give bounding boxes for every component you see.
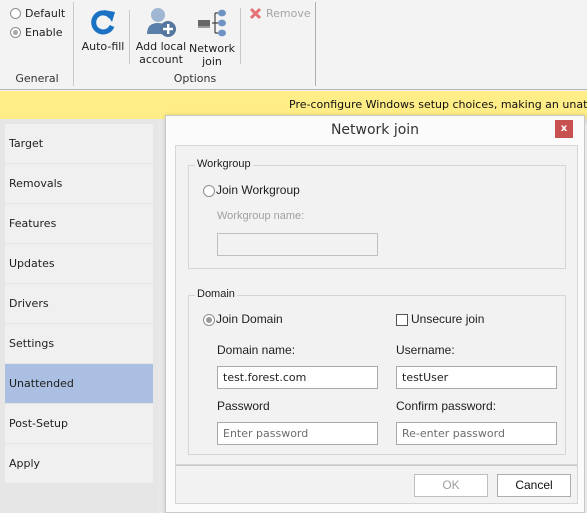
remove-button[interactable]: Remove [249,7,311,20]
sidebar-item-removals[interactable]: Removals [5,164,153,204]
refresh-icon [91,10,115,35]
unsecure-join-label: Unsecure join [411,312,485,326]
close-icon: x [560,123,568,134]
sidebar-nav: Target Removals Features Updates Drivers… [5,124,153,484]
username-label: Username: [396,343,455,357]
close-button[interactable]: x [555,120,573,138]
confirm-password-label: Confirm password: [396,399,497,413]
default-radio[interactable]: Default [10,7,65,20]
radio-circle[interactable] [10,8,21,19]
password-label: Password [217,399,270,413]
password-input[interactable] [217,422,378,445]
unsecure-join-checkbox[interactable] [396,314,408,326]
sidebar: Target Removals Features Updates Drivers… [0,119,165,513]
ok-button[interactable]: OK [414,474,488,497]
dialog-body: Workgroup Join Workgroup Workgroup name:… [175,145,578,465]
join-workgroup-label: Join Workgroup [216,183,300,197]
cancel-button[interactable]: Cancel [497,474,571,497]
add-user-icon [147,8,176,37]
network-join-button[interactable]: Network join [188,8,236,68]
domain-name-input[interactable] [217,366,378,389]
enable-label: Enable [25,26,63,39]
radio-circle[interactable] [10,27,21,38]
dialog-footer: OK Cancel [175,465,578,504]
ribbon: Default Enable General Auto-fill Add loc… [0,0,587,90]
sidebar-item-updates[interactable]: Updates [5,244,153,284]
sidebar-item-post-setup[interactable]: Post-Setup [5,404,153,444]
add-local-label-line1: Add local [135,40,187,53]
username-input[interactable] [396,366,557,389]
auto-fill-button[interactable]: Auto-fill [80,8,126,53]
workgroup-name-input[interactable] [217,233,378,256]
add-local-label-line2: account [139,53,183,66]
network-join-label-line2: join [202,55,222,68]
auto-fill-label: Auto-fill [81,40,125,53]
sidebar-item-target[interactable]: Target [5,124,153,164]
sidebar-item-drivers[interactable]: Drivers [5,284,153,324]
network-icon [198,9,226,37]
join-domain-label: Join Domain [216,312,283,326]
group-label-options: Options [173,72,217,85]
confirm-password-input[interactable] [396,422,557,445]
dialog-title: Network join [330,122,420,138]
group-label-general: General [15,72,59,85]
workgroup-groupbox: Workgroup Join Workgroup Workgroup name: [188,158,566,269]
join-workgroup-radio[interactable] [203,185,215,197]
sidebar-item-settings[interactable]: Settings [5,324,153,364]
workgroup-name-label: Workgroup name: [217,210,305,222]
workgroup-legend: Workgroup [195,158,253,170]
sidebar-item-unattended[interactable]: Unattended [5,364,153,404]
network-join-dialog: Network join x Workgroup Join Workgroup … [165,115,585,513]
separator [129,10,130,64]
sidebar-item-apply[interactable]: Apply [5,444,153,484]
remove-label: Remove [266,7,311,20]
separator [315,2,316,86]
domain-groupbox: Domain Join Domain Unsecure join Domain … [188,288,566,455]
close-x-icon [249,7,262,20]
enable-radio[interactable]: Enable [10,26,62,39]
domain-legend: Domain [195,288,237,300]
domain-name-label: Domain name: [217,343,296,357]
network-join-label-line1: Network [189,42,235,55]
add-local-account-button[interactable]: Add local account [134,6,188,66]
sidebar-item-features[interactable]: Features [5,204,153,244]
separator [240,8,241,64]
default-label: Default [25,7,66,20]
join-domain-radio[interactable] [203,314,215,326]
info-bar-text: Pre-configure Windows setup choices, mak… [289,98,587,111]
